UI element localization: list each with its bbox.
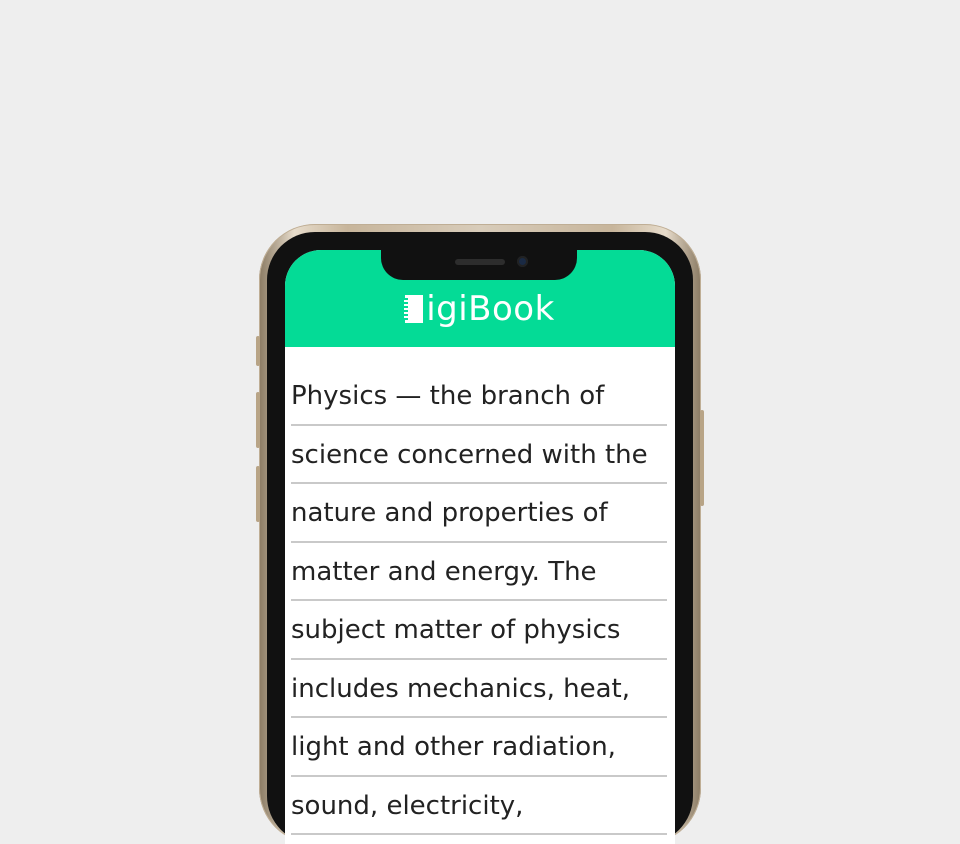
volume-down-button [256, 466, 260, 522]
volume-up-button [256, 392, 260, 448]
text-line: includes mechanics, heat, [291, 660, 667, 718]
reader-text[interactable]: Physics — the branch of science concerne… [291, 347, 675, 835]
notch [381, 250, 577, 280]
app-logo: igiBook [404, 288, 555, 329]
power-button [700, 410, 704, 506]
text-line: light and other radiation, [291, 718, 667, 777]
book-icon [404, 294, 424, 323]
text-line: Physics — the branch of [291, 367, 667, 426]
text-line: subject matter of physics [291, 601, 667, 660]
mute-switch [256, 336, 260, 366]
text-line: sound, electricity, [291, 777, 667, 835]
phone-bezel: igiBook Physics — the branch of science … [267, 232, 693, 844]
text-line: nature and properties of [291, 484, 667, 543]
text-line: matter and energy. The [291, 543, 667, 601]
speaker-grille [455, 259, 505, 265]
app-screen: igiBook Physics — the branch of science … [285, 250, 675, 844]
app-title: igiBook [426, 288, 555, 329]
front-camera [517, 256, 528, 267]
text-line: science concerned with the [291, 426, 667, 484]
phone-frame: igiBook Physics — the branch of science … [256, 224, 704, 844]
